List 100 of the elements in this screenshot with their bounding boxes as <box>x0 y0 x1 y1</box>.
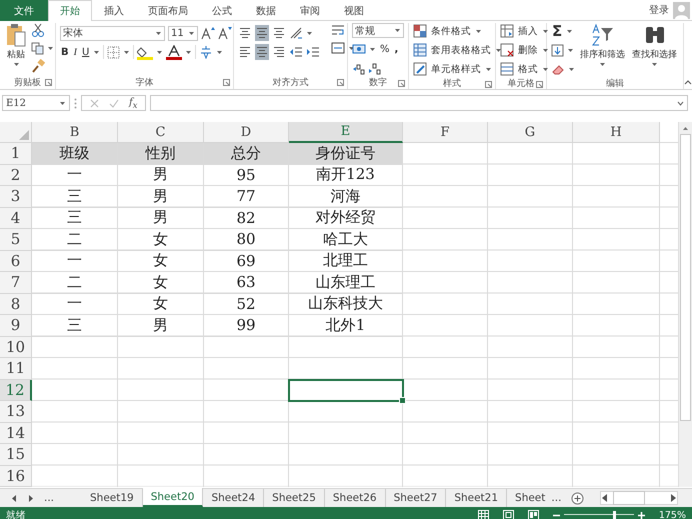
ribbon-tab[interactable]: 数据 <box>244 0 288 21</box>
currency-icon[interactable] <box>352 42 366 56</box>
dialog-launcher-icon[interactable] <box>337 79 344 86</box>
ribbon-tab[interactable]: 公式 <box>200 0 244 21</box>
column-header[interactable]: B <box>32 122 118 143</box>
column-header[interactable]: G <box>488 122 573 143</box>
page-layout-icon[interactable] <box>502 510 514 519</box>
zoom-slider-thumb[interactable] <box>613 511 616 519</box>
style-menu-button[interactable]: 套用表格格式 <box>430 42 492 58</box>
row-header[interactable]: 7 <box>0 272 32 294</box>
formula-input[interactable] <box>150 95 688 111</box>
copy-icon[interactable] <box>31 42 44 54</box>
phonetic-icon[interactable] <box>199 45 214 59</box>
column-header[interactable]: E <box>289 122 403 143</box>
ribbon-tab[interactable]: 开始 <box>48 0 92 21</box>
zoom-in-icon[interactable] <box>638 512 645 518</box>
cells-menu-button[interactable]: 格式 <box>517 61 539 77</box>
scroll-left-icon[interactable] <box>12 494 17 502</box>
align-center-icon[interactable] <box>255 44 269 60</box>
borders-icon[interactable] <box>107 46 120 58</box>
increase-indent-icon[interactable] <box>306 45 320 59</box>
vertical-scrollbar[interactable] <box>678 122 692 487</box>
row-header[interactable]: 16 <box>0 466 32 487</box>
sheet-tab[interactable]: Sheet <box>507 489 548 507</box>
font-name-field[interactable]: 宋体 <box>60 26 165 40</box>
more-sheets-button[interactable]: ... <box>547 489 566 507</box>
bold-button[interactable]: B <box>60 44 70 60</box>
dialog-launcher-icon[interactable] <box>223 79 230 86</box>
wrap-text-icon[interactable] <box>331 23 345 37</box>
fill-color-icon[interactable] <box>137 44 154 60</box>
add-sheet-icon[interactable] <box>571 492 584 504</box>
dialog-launcher-icon[interactable] <box>398 80 405 87</box>
dialog-launcher-icon[interactable] <box>536 81 543 88</box>
row-header[interactable]: 14 <box>0 422 32 444</box>
active-cell[interactable] <box>288 378 404 402</box>
style-menu-button[interactable]: 单元格样式 <box>430 61 482 77</box>
row-header[interactable]: 11 <box>0 358 32 380</box>
cells-menu-button[interactable]: 插入 <box>517 23 539 39</box>
increase-font-icon[interactable] <box>201 26 215 40</box>
italic-button[interactable]: I <box>72 44 78 60</box>
format-painter-icon[interactable] <box>31 59 45 73</box>
decrease-font-icon[interactable] <box>218 26 232 40</box>
insert-function-button[interactable]: f$_{x}$ <box>129 96 138 110</box>
sheet-tab[interactable]: Sheet20 <box>142 488 204 507</box>
column-header[interactable]: H <box>573 122 660 143</box>
scroll-right-icon[interactable] <box>28 494 33 502</box>
page-break-icon[interactable] <box>528 510 539 519</box>
row-header[interactable]: 6 <box>0 250 32 272</box>
more-sheets-button[interactable]: ... <box>44 492 54 504</box>
collapse-ribbon-icon[interactable] <box>684 80 692 85</box>
align-left-icon[interactable] <box>238 44 252 60</box>
decrease-indent-icon[interactable] <box>289 45 303 59</box>
row-header[interactable]: 5 <box>0 229 32 250</box>
orientation-icon[interactable] <box>289 26 303 40</box>
dialog-launcher-icon[interactable] <box>45 79 52 86</box>
row-header[interactable]: 3 <box>0 186 32 208</box>
merge-center-icon[interactable] <box>331 41 345 55</box>
bottom-align-icon[interactable] <box>272 25 286 41</box>
row-header[interactable]: 8 <box>0 294 32 315</box>
scissors-icon[interactable] <box>31 23 45 37</box>
row-header[interactable]: 1 <box>0 143 32 164</box>
ribbon-tab[interactable]: 视图 <box>332 0 376 21</box>
number-format-field[interactable]: 常规 <box>352 23 404 38</box>
font-size-field[interactable]: 11 <box>168 26 198 40</box>
expand-icon[interactable] <box>677 100 684 106</box>
normal-view-icon[interactable] <box>478 510 489 519</box>
column-header[interactable]: C <box>118 122 204 143</box>
file-tab[interactable]: 文件 <box>0 0 48 21</box>
eraser-icon[interactable] <box>551 63 565 75</box>
fill-down-icon[interactable] <box>551 44 564 56</box>
sign-in-link[interactable]: 登录 <box>649 3 669 17</box>
zoom-level[interactable]: 175% <box>658 510 686 519</box>
row-header[interactable]: 4 <box>0 208 32 229</box>
column-header[interactable]: D <box>204 122 289 143</box>
ribbon-tab[interactable]: 插入 <box>92 0 136 21</box>
font-color-icon[interactable] <box>166 44 182 60</box>
style-menu-button[interactable]: 条件格式 <box>430 23 472 39</box>
scroll-right-icon[interactable] <box>669 493 677 503</box>
scroll-up-icon[interactable] <box>682 126 689 131</box>
ribbon-tab[interactable]: 审阅 <box>288 0 332 21</box>
autosum-button[interactable]: Σ <box>551 23 564 39</box>
increase-decimal-icon[interactable] <box>352 62 365 74</box>
dialog-launcher-icon[interactable] <box>485 81 492 88</box>
percent-button[interactable]: % <box>379 41 391 57</box>
row-header[interactable]: 9 <box>0 315 32 336</box>
sort-filter-button[interactable]: 排序和筛选 <box>578 23 627 77</box>
middle-align-icon[interactable] <box>255 25 269 41</box>
comma-button[interactable]: , <box>394 41 400 57</box>
column-header[interactable]: F <box>403 122 488 143</box>
row-header[interactable]: 10 <box>0 336 32 358</box>
horizontal-scrollbar[interactable] <box>600 491 678 505</box>
row-header[interactable]: 15 <box>0 444 32 466</box>
cells-menu-button[interactable]: 删除 <box>517 42 539 58</box>
scroll-left-icon[interactable] <box>601 493 610 503</box>
align-right-icon[interactable] <box>272 44 286 60</box>
row-header[interactable]: 12 <box>0 380 32 401</box>
row-header[interactable]: 13 <box>0 401 32 422</box>
decrease-decimal-icon[interactable] <box>368 62 381 74</box>
find-select-button[interactable]: 查找和选择 <box>630 23 679 77</box>
ribbon-tab[interactable]: 页面布局 <box>136 0 200 21</box>
